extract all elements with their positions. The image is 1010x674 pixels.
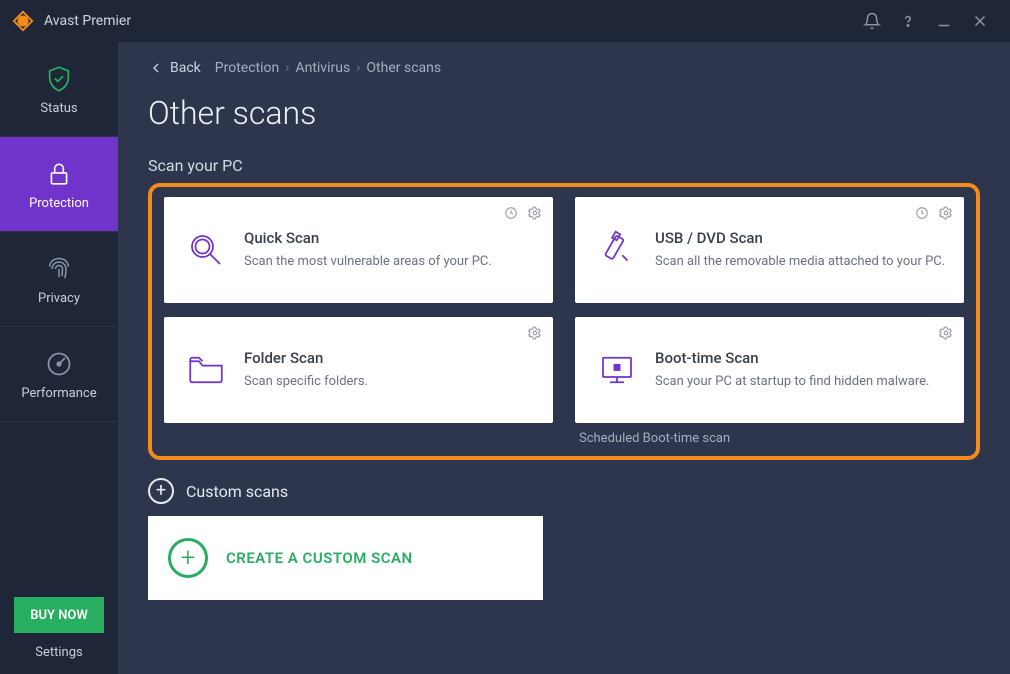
crumb-antivirus[interactable]: Antivirus — [295, 60, 350, 76]
highlighted-scan-box: Quick Scan Scan the most vulnerable area… — [148, 183, 980, 460]
gear-icon[interactable] — [527, 325, 543, 341]
chevron-right-icon: › — [285, 60, 289, 76]
card-title: USB / DVD Scan — [655, 229, 950, 247]
card-description: Scan the most vulnerable areas of your P… — [244, 253, 539, 271]
scan-section-title: Scan your PC — [148, 156, 980, 175]
create-custom-label: CREATE A CUSTOM SCAN — [226, 549, 413, 567]
magnifier-icon — [182, 226, 230, 274]
status-shield-icon — [43, 63, 75, 95]
sidebar-item-privacy[interactable]: Privacy — [0, 232, 118, 327]
custom-scans-header[interactable]: + Custom scans — [148, 478, 980, 504]
chevron-right-icon: › — [356, 60, 360, 76]
sidebar: Status Protection Privacy Performance — [0, 42, 118, 674]
lock-icon — [43, 158, 75, 190]
gear-icon[interactable] — [938, 325, 954, 341]
crumb-protection[interactable]: Protection — [215, 60, 279, 76]
buy-now-button[interactable]: BUY NOW — [14, 597, 104, 633]
folder-scan-card[interactable]: Folder Scan Scan specific folders. — [164, 317, 553, 423]
titlebar: Avast Premier — [0, 0, 1010, 42]
usb-dvd-scan-card[interactable]: USB / DVD Scan Scan all the removable me… — [575, 197, 964, 303]
close-button[interactable] — [962, 3, 998, 39]
monitor-icon — [593, 346, 641, 394]
gear-icon[interactable] — [938, 205, 954, 221]
card-title: Folder Scan — [244, 349, 539, 367]
card-description: Scan specific folders. — [244, 373, 539, 391]
sidebar-item-label: Privacy — [38, 291, 80, 306]
card-description: Scan your PC at startup to find hidden m… — [655, 373, 950, 391]
back-label: Back — [170, 60, 201, 76]
plus-icon: + — [168, 538, 208, 578]
gear-icon[interactable] — [527, 205, 543, 221]
breadcrumb: Back Protection › Antivirus › Other scan… — [148, 60, 980, 76]
scheduled-boot-time-note: Scheduled Boot-time scan — [575, 431, 964, 446]
content-area: Back Protection › Antivirus › Other scan… — [118, 42, 1010, 674]
settings-link[interactable]: Settings — [0, 645, 118, 674]
folder-icon — [182, 346, 230, 394]
crumb-other-scans[interactable]: Other scans — [366, 60, 441, 76]
schedule-icon[interactable] — [914, 205, 930, 221]
back-button[interactable]: Back — [148, 60, 201, 76]
page-title: Other scans — [148, 94, 980, 132]
notifications-button[interactable] — [854, 3, 890, 39]
avast-logo-icon — [12, 10, 34, 32]
sidebar-item-status[interactable]: Status — [0, 42, 118, 137]
fingerprint-icon — [43, 253, 75, 285]
boot-time-scan-card[interactable]: Boot-time Scan Scan your PC at startup t… — [575, 317, 964, 423]
sidebar-item-protection[interactable]: Protection — [0, 137, 118, 232]
sidebar-item-label: Status — [40, 101, 77, 116]
plus-circle-icon: + — [148, 478, 174, 504]
card-title: Quick Scan — [244, 229, 539, 247]
minimize-button[interactable] — [926, 3, 962, 39]
gauge-icon — [43, 348, 75, 380]
sidebar-item-label: Protection — [29, 196, 89, 211]
help-button[interactable] — [890, 3, 926, 39]
create-custom-scan-card[interactable]: + CREATE A CUSTOM SCAN — [148, 516, 543, 600]
app-title: Avast Premier — [44, 13, 131, 29]
schedule-icon[interactable] — [503, 205, 519, 221]
usb-stick-icon — [593, 226, 641, 274]
app-window: Avast Premier Status — [0, 0, 1010, 674]
sidebar-item-performance[interactable]: Performance — [0, 327, 118, 422]
card-description: Scan all the removable media attached to… — [655, 253, 950, 271]
custom-scans-title: Custom scans — [186, 482, 288, 501]
quick-scan-card[interactable]: Quick Scan Scan the most vulnerable area… — [164, 197, 553, 303]
card-title: Boot-time Scan — [655, 349, 950, 367]
sidebar-item-label: Performance — [21, 386, 96, 401]
